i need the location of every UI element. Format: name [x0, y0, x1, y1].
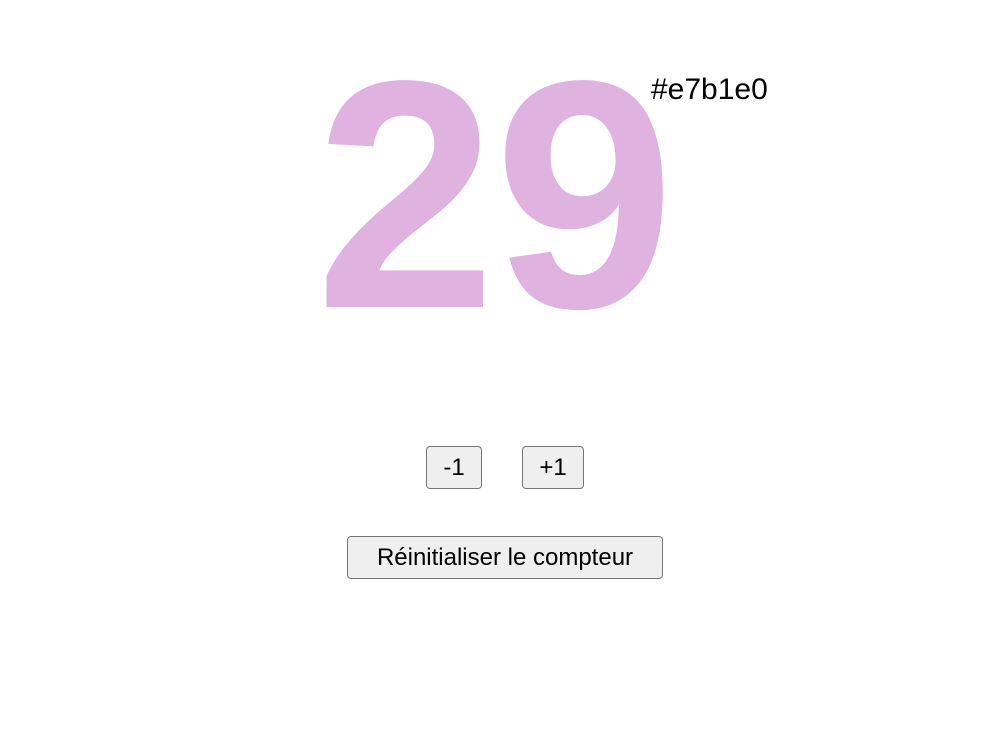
decrement-button[interactable]: -1 [426, 446, 482, 489]
reset-counter-button[interactable]: Réinitialiser le compteur [347, 536, 663, 579]
increment-button[interactable]: +1 [522, 446, 584, 489]
counter-display: 29 #e7b1e0 [0, 0, 988, 400]
counter-value: 29 [315, 13, 675, 376]
color-code-label: #e7b1e0 [651, 73, 768, 106]
